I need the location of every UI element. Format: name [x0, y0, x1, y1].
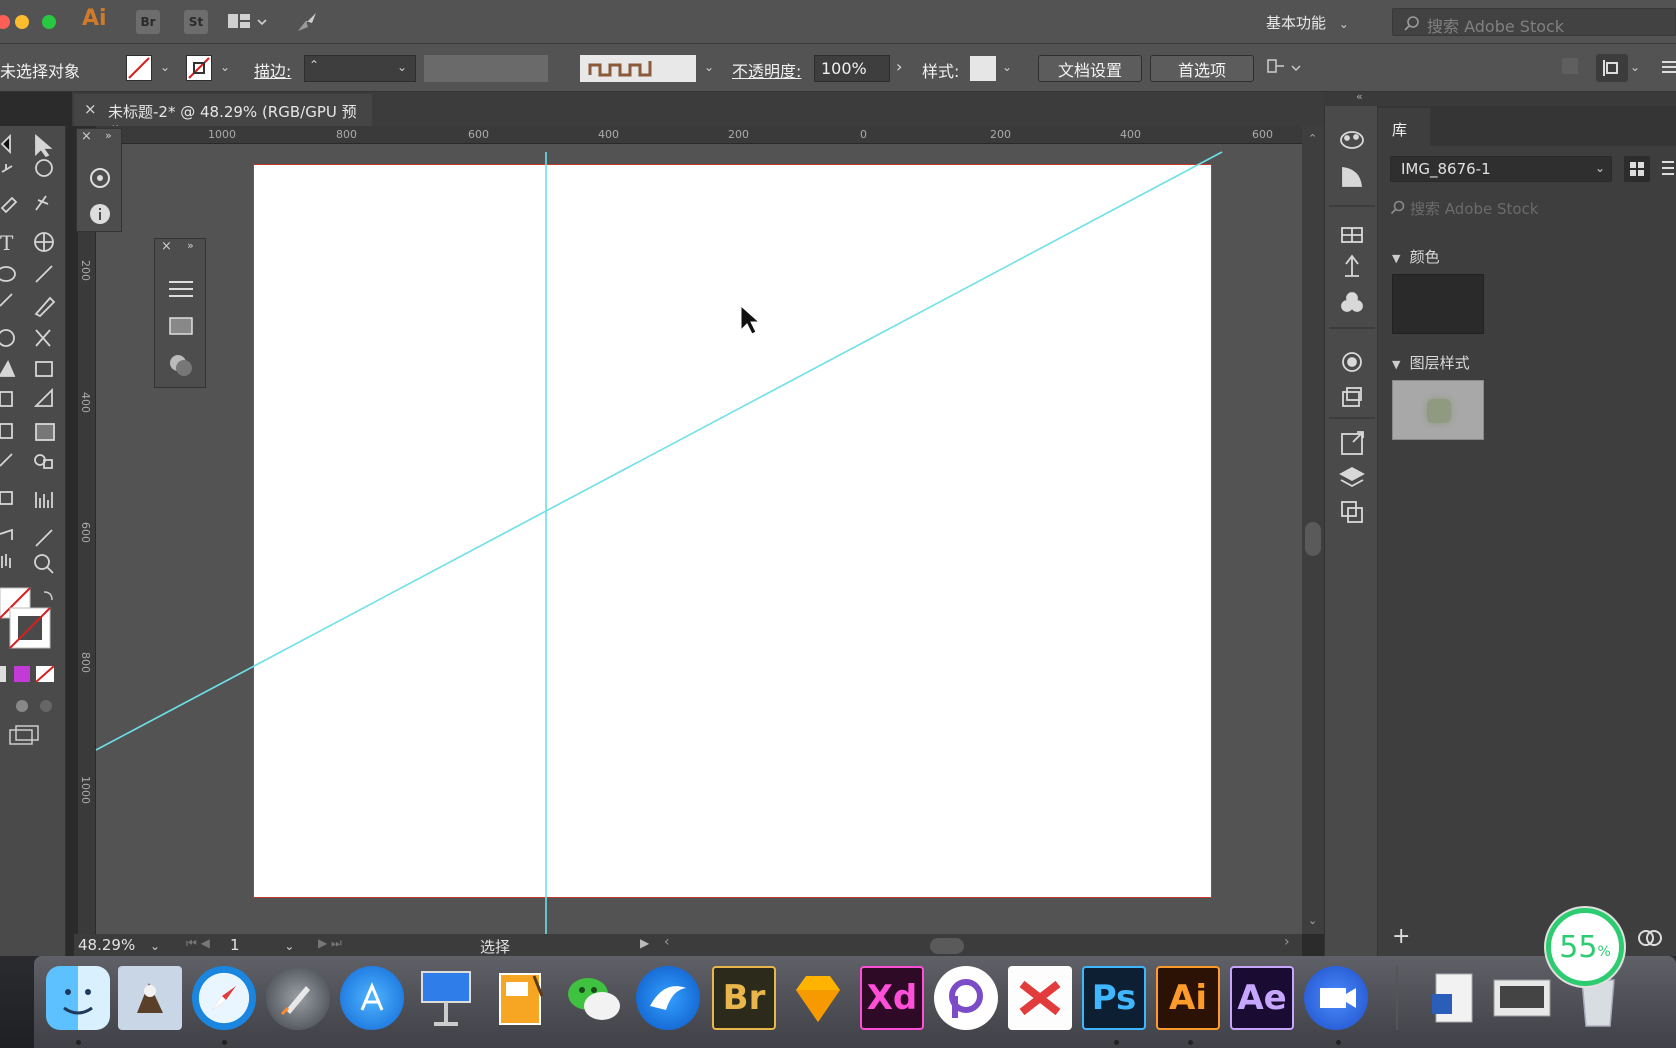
close-icon[interactable]: ×	[161, 239, 172, 254]
adobe-photoshop-dock-icon[interactable]: Ps	[1082, 966, 1146, 1030]
scroll-left-icon[interactable]: ‹	[664, 934, 670, 950]
progress-badge: 55 %	[1546, 908, 1624, 986]
horizontal-scrollbar-thumb[interactable]	[930, 938, 964, 954]
browser-icon[interactable]	[636, 966, 700, 1030]
colors-section-title: 颜色	[1409, 248, 1440, 266]
artboard-number-value: 1	[230, 936, 240, 954]
info-icon[interactable]	[89, 203, 111, 225]
expand-icon[interactable]: »	[105, 129, 112, 142]
grid-view-button[interactable]	[1624, 156, 1650, 182]
transparency-icon[interactable]	[169, 353, 193, 377]
first-page-icon[interactable]: ⏮ ◀	[186, 936, 210, 951]
chevron-down-icon[interactable]: ⌄	[284, 939, 294, 953]
adobe-xd-dock-icon[interactable]: Xd	[860, 966, 924, 1030]
progress-value: 55	[1559, 929, 1598, 965]
adobe-bridge-dock-icon[interactable]: Br	[712, 966, 776, 1030]
zoom-level-value: 48.29%	[78, 936, 136, 954]
collapse-panels-icon[interactable]: «	[1356, 90, 1363, 103]
layer-style-thumbnail[interactable]	[1392, 380, 1484, 440]
launchpad-icon[interactable]	[266, 966, 330, 1030]
creative-cloud-icon[interactable]	[1636, 928, 1664, 948]
running-indicator	[1336, 1040, 1341, 1045]
status-text: 选择	[480, 938, 511, 956]
illustrator-label: Ai	[1169, 978, 1207, 1018]
library-selector[interactable]: IMG_8676-1 ⌄	[1390, 156, 1612, 182]
running-indicator	[76, 1040, 81, 1045]
diagonal-line	[95, 151, 1223, 751]
scroll-down-icon[interactable]: ⌄	[1308, 914, 1317, 927]
layer-styles-section-title: 图层样式	[1409, 354, 1470, 372]
adobe-illustrator-dock-icon[interactable]: Ai	[1156, 966, 1220, 1030]
scroll-up-icon[interactable]: ⌃	[1308, 132, 1317, 145]
panel-icon-strip	[1324, 106, 1378, 956]
progress-unit: %	[1597, 944, 1611, 960]
library-search-placeholder[interactable]: 搜索 Adobe Stock	[1410, 198, 1539, 219]
panel-icons	[1329, 131, 1375, 523]
keynote-icon[interactable]	[414, 966, 478, 1030]
menu-icon[interactable]	[169, 279, 193, 299]
appearance-floating-panel: × »	[154, 238, 206, 388]
layer-style-preview	[1427, 399, 1451, 423]
chevron-down-icon: ⌄	[1595, 161, 1606, 175]
vertical-scrollbar[interactable]: ⌃ ⌄	[1302, 126, 1324, 934]
pages-icon[interactable]	[488, 966, 552, 1030]
triangle-down-icon: ▼	[1392, 358, 1401, 371]
libraries-panel	[1378, 106, 1676, 956]
close-icon[interactable]: ×	[81, 129, 92, 144]
running-indicator	[1114, 1040, 1119, 1045]
panel-dock-header: «	[1324, 90, 1676, 106]
add-content-button[interactable]: +	[1392, 924, 1410, 949]
bridge-label: Br	[722, 978, 766, 1018]
sketch-icon[interactable]	[786, 966, 850, 1030]
tab-libraries[interactable]: 库	[1378, 108, 1430, 146]
properties-floating-panel: × »	[76, 128, 122, 232]
triangle-down-icon: ▼	[1392, 252, 1401, 265]
scrollbar-thumb[interactable]	[1305, 522, 1321, 556]
app-store-icon[interactable]	[340, 966, 404, 1030]
artboard-number-field[interactable]: 1 ⌄	[230, 936, 300, 956]
gradient-icon[interactable]	[169, 317, 193, 335]
xmind-icon[interactable]	[1008, 966, 1072, 1030]
running-indicator	[222, 1040, 227, 1045]
zoom-level-field[interactable]: 48.29% ⌄	[78, 936, 168, 956]
after-effects-label: Ae	[1237, 978, 1287, 1018]
running-indicator	[1188, 1040, 1193, 1045]
chevron-down-icon[interactable]: ⌄	[150, 939, 160, 953]
dock-separator	[1396, 966, 1398, 1030]
expand-icon[interactable]: »	[187, 239, 194, 252]
xd-label: Xd	[866, 978, 918, 1018]
library-name: IMG_8676-1	[1401, 160, 1491, 178]
wechat-icon[interactable]	[562, 966, 626, 1030]
list-view-button[interactable]	[1662, 160, 1674, 176]
screen-recorder-icon[interactable]	[1304, 966, 1368, 1030]
document-stack-icon[interactable]	[1420, 966, 1484, 1030]
pdf-app-icon[interactable]	[934, 966, 998, 1030]
color-swatch[interactable]	[1392, 274, 1484, 334]
photoshop-label: Ps	[1091, 978, 1137, 1018]
symbols-gear-icon[interactable]	[87, 165, 113, 191]
status-menu-icon[interactable]: ▶	[640, 936, 649, 950]
search-icon	[1390, 200, 1405, 215]
safari-icon[interactable]	[192, 966, 256, 1030]
adobe-after-effects-dock-icon[interactable]: Ae	[1230, 966, 1294, 1030]
mouse-cursor-icon	[740, 304, 761, 335]
last-page-icon[interactable]: ▶ ⏭	[318, 936, 342, 951]
mail-icon[interactable]	[118, 966, 182, 1030]
scroll-right-icon[interactable]: ›	[1284, 934, 1290, 950]
downloads-stack-icon[interactable]	[1490, 966, 1554, 1030]
layer-styles-section-header[interactable]: ▼ 图层样式	[1392, 352, 1470, 373]
finder-icon[interactable]	[46, 966, 110, 1030]
colors-section-header[interactable]: ▼ 颜色	[1392, 246, 1440, 267]
